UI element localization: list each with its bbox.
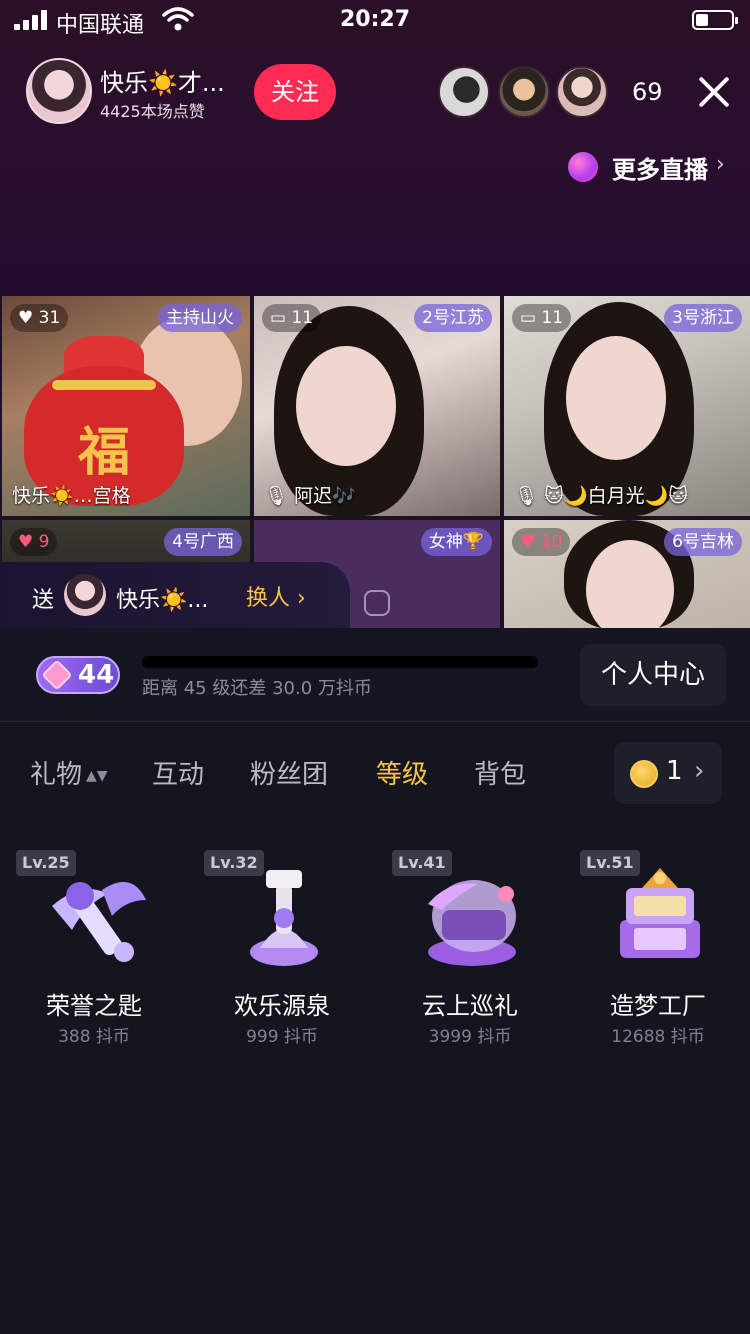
seat-tag: 女神🏆 xyxy=(420,528,492,556)
viewer-count[interactable]: 69 xyxy=(632,78,663,106)
streamer-face xyxy=(296,346,396,466)
streamer-face xyxy=(586,540,674,630)
chevron-right-icon: › xyxy=(694,756,705,786)
recipient-name: 快乐☀️... xyxy=(116,588,209,613)
lucky-bag-icon[interactable]: 福 xyxy=(24,336,184,506)
seat-tile-6[interactable]: ♥ 10 6号吉林 xyxy=(504,520,750,630)
gift-name: 云上巡礼 xyxy=(422,992,518,1020)
gift-price: 3999 抖币 xyxy=(428,1027,512,1047)
streamer-face xyxy=(566,336,666,460)
dream-factory-icon xyxy=(620,868,700,958)
level-row: 44 距离 45 级还差 30.0 万抖币 个人中心 xyxy=(0,628,750,722)
battery-icon xyxy=(692,10,738,30)
seat-badge: ▭ 11 xyxy=(262,304,322,332)
coin-icon xyxy=(630,760,658,788)
level-progress-bar xyxy=(142,656,538,668)
gift-name: 荣誉之匙 xyxy=(46,992,142,1020)
seat-tag: 主持山火 xyxy=(158,304,242,332)
heart-badge: ♥ 31 xyxy=(10,304,69,332)
viewer-avatar[interactable] xyxy=(498,66,550,118)
seat-name: 🎙 🐱🌙白月光🌙🐱 xyxy=(514,485,689,507)
gift-price: 999 抖币 xyxy=(246,1027,318,1047)
heart-badge: ♥ 10 xyxy=(512,528,571,556)
gift-item[interactable]: Lv.25 荣誉之匙 388 抖币 xyxy=(0,836,188,1047)
sort-icon: ▲▼ xyxy=(86,767,108,784)
recipient-avatar xyxy=(64,574,106,616)
gift-price: 388 抖币 xyxy=(58,1027,130,1047)
seat-tile-3[interactable]: ▭ 11 3号浙江 🎙 🐱🌙白月光🌙🐱 xyxy=(504,296,750,516)
tab-interact[interactable]: 互动 xyxy=(152,754,204,791)
seat-tag: 2号江苏 xyxy=(414,304,492,332)
gift-item[interactable]: Lv.41 云上巡礼 3999 抖币 xyxy=(376,836,564,1047)
host-name: 快乐☀️才... xyxy=(100,69,225,97)
follow-button[interactable]: 关注 xyxy=(254,64,336,120)
gift-name: 欢乐源泉 xyxy=(234,992,330,1020)
more-live-label: 更多直播 xyxy=(612,156,708,184)
seat-name: 快乐☀️…宫格 xyxy=(12,485,131,507)
host-avatar[interactable] xyxy=(26,58,92,124)
seat-tag: 4号广西 xyxy=(164,528,242,556)
joy-fountain-icon xyxy=(250,870,318,966)
gift-list: Lv.25 荣誉之匙 388 抖币 Lv.32 欢乐源泉 999 抖币 Lv.4… xyxy=(0,836,750,1056)
heart-badge: ♥ 9 xyxy=(10,528,58,556)
seat-tile-2[interactable]: ▭ 11 2号江苏 🎙 阿迟🎶 xyxy=(254,296,500,516)
seat-tile-host[interactable]: 福 ♥ 31 主持山火 快乐☀️…宫格 xyxy=(2,296,250,516)
tab-gift[interactable]: 礼物 ▲▼ xyxy=(30,754,108,791)
personal-center-button[interactable]: 个人中心 xyxy=(580,644,726,706)
tab-level[interactable]: 等级 xyxy=(376,754,428,791)
seat-tag: 6号吉林 xyxy=(664,528,742,556)
host-likes: 4425本场点赞 xyxy=(100,102,205,121)
coin-balance-button[interactable]: 1 › xyxy=(614,742,722,804)
coin-count: 1 xyxy=(666,756,683,786)
clock: 20:27 xyxy=(339,7,411,32)
close-icon[interactable] xyxy=(692,70,736,114)
level-hint: 距离 45 级还差 30.0 万抖币 xyxy=(142,678,372,699)
gift-panel: 44 距离 45 级还差 30.0 万抖币 个人中心 礼物 ▲▼ 互动 粉丝团 等… xyxy=(0,628,750,1334)
gift-tabs: 礼物 ▲▼ 互动 粉丝团 等级 背包 1 › xyxy=(0,732,750,812)
gift-name: 造梦工厂 xyxy=(610,992,706,1020)
viewer-avatar[interactable] xyxy=(556,66,608,118)
seat-name: 🎙 阿迟🎶 xyxy=(264,485,356,507)
gift-price: 12688 抖币 xyxy=(611,1027,705,1047)
live-orb-icon xyxy=(568,152,598,182)
tab-fan-club[interactable]: 粉丝团 xyxy=(250,754,328,791)
chevron-right-icon: › xyxy=(716,152,725,177)
empty-seat-icon xyxy=(364,590,390,616)
host-info[interactable]: 快乐☀️才... 4425本场点赞 xyxy=(26,58,250,126)
gift-item[interactable]: Lv.51 造梦工厂 12688 抖币 xyxy=(564,836,750,1047)
more-live-button[interactable]: 更多直播 › xyxy=(558,142,736,192)
seat-badge: ▭ 11 xyxy=(512,304,572,332)
honor-key-icon xyxy=(52,882,146,962)
status-bar: 中国联通 20:27 xyxy=(0,0,750,44)
switch-recipient-button[interactable]: 换人 › xyxy=(246,580,306,612)
user-level-badge[interactable]: 44 xyxy=(36,656,120,694)
send-to-bar: 送 快乐☀️... 换人 › xyxy=(0,562,350,628)
seat-tag: 3号浙江 xyxy=(664,304,742,332)
viewer-avatar[interactable] xyxy=(438,66,490,118)
level-gem-icon xyxy=(41,659,73,691)
tab-backpack[interactable]: 背包 xyxy=(474,754,526,791)
send-label: 送 xyxy=(32,588,55,613)
gift-item[interactable]: Lv.32 欢乐源泉 999 抖币 xyxy=(188,836,376,1047)
cloud-tour-icon xyxy=(428,880,516,966)
